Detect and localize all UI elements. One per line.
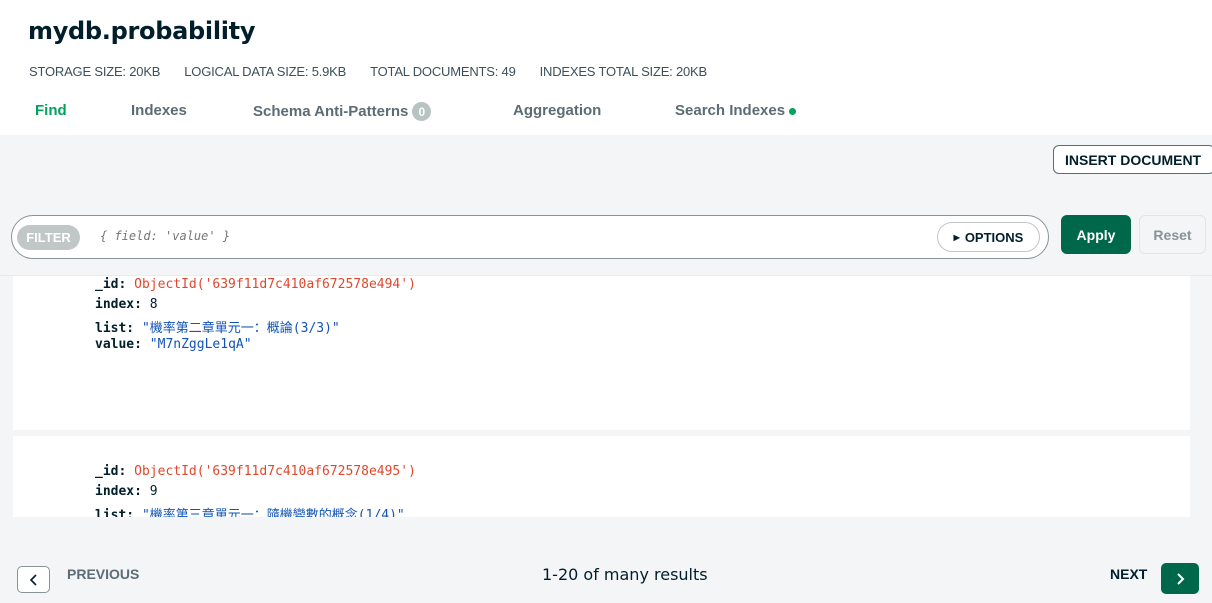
- reset-button[interactable]: Reset: [1139, 215, 1206, 254]
- results-summary: 1-20 of many results: [542, 565, 708, 584]
- next-page-button[interactable]: [1161, 563, 1199, 594]
- doc-field-id: _id: ObjectId('639f11d7c410af672578e494'…: [95, 277, 416, 292]
- field-key: value:: [95, 337, 142, 352]
- document-card[interactable]: _id: ObjectId('639f11d7c410af672578e494'…: [13, 276, 1190, 430]
- tab-aggregation[interactable]: Aggregation: [513, 102, 601, 119]
- indexes-total-size-stat: INDEXES TOTAL SIZE: 20KB: [539, 64, 708, 79]
- chevron-right-icon: [1177, 572, 1185, 585]
- doc-field-list: list: "機率第二章單元一：概論(3/3)": [95, 317, 340, 336]
- doc-field-list: list: "機率第三章單元一：隨機變數的概念(1/4)": [95, 504, 405, 517]
- total-documents-stat: TOTAL DOCUMENTS: 49: [370, 64, 516, 79]
- tab-schema-anti-patterns[interactable]: Schema Anti-Patterns 0: [253, 102, 432, 121]
- field-key: index:: [95, 484, 142, 499]
- previous-page-button[interactable]: [17, 566, 50, 593]
- collection-header: mydb.probability STORAGE SIZE: 20KB LOGI…: [0, 0, 1212, 135]
- logical-data-size-stat: LOGICAL DATA SIZE: 5.9KB: [184, 64, 347, 79]
- doc-field-index: index: 9: [95, 484, 158, 499]
- field-value: 8: [149, 297, 158, 312]
- field-value: 9: [149, 484, 158, 499]
- insert-document-button[interactable]: INSERT DOCUMENT: [1053, 145, 1212, 174]
- filter-label: FILTER: [17, 225, 80, 250]
- tab-find-label: Find: [35, 102, 67, 119]
- field-value: "M7nZggLe1qA": [149, 337, 252, 352]
- doc-field-id: _id: ObjectId('639f11d7c410af672578e495'…: [95, 464, 416, 479]
- caret-right-icon: ▶: [953, 232, 960, 242]
- field-key: _id:: [95, 464, 127, 479]
- documents-list[interactable]: _id: ObjectId('639f11d7c410af672578e494'…: [0, 276, 1212, 517]
- storage-size-stat: STORAGE SIZE: 20KB: [29, 64, 161, 79]
- field-value: ObjectId('639f11d7c410af672578e495'): [134, 464, 416, 479]
- field-key: _id:: [95, 277, 127, 292]
- document-card[interactable]: _id: ObjectId('639f11d7c410af672578e495'…: [13, 436, 1190, 517]
- field-value: ObjectId('639f11d7c410af672578e494'): [134, 277, 416, 292]
- tab-find[interactable]: Find: [35, 102, 67, 119]
- tab-aggregation-label: Aggregation: [513, 102, 602, 119]
- tab-indexes[interactable]: Indexes: [131, 102, 187, 119]
- schema-count-badge: 0: [412, 102, 432, 121]
- field-value: "機率第二章單元一：概論(3/3)": [141, 321, 340, 336]
- doc-field-value: value: "M7nZggLe1qA": [95, 337, 252, 352]
- tab-search-label: Search Indexes: [675, 102, 786, 119]
- field-key: list:: [95, 508, 135, 517]
- collection-stats: STORAGE SIZE: 20KB LOGICAL DATA SIZE: 5.…: [29, 64, 707, 79]
- tab-indexes-label: Indexes: [131, 102, 187, 119]
- next-label[interactable]: NEXT: [1110, 566, 1147, 582]
- options-label: OPTIONS: [964, 229, 1024, 245]
- field-value: "機率第三章單元一：隨機變數的概念(1/4)": [141, 508, 405, 517]
- field-key: list:: [95, 321, 135, 336]
- tab-schema-label: Schema Anti-Patterns: [253, 103, 409, 120]
- previous-label[interactable]: PREVIOUS: [67, 566, 139, 582]
- pagination-bar: PREVIOUS 1-20 of many results NEXT: [0, 517, 1212, 603]
- chevron-left-icon: [29, 573, 37, 586]
- filter-input[interactable]: [100, 229, 800, 243]
- collection-tabs: Find Indexes Schema Anti-Patterns 0 Aggr…: [0, 102, 1212, 128]
- apply-button[interactable]: Apply: [1061, 215, 1131, 254]
- tab-search-indexes[interactable]: Search Indexes: [675, 102, 797, 119]
- options-button[interactable]: ▶ OPTIONS: [937, 222, 1040, 252]
- query-toolbar: INSERT DOCUMENT FILTER ▶ OPTIONS Apply R…: [0, 135, 1212, 275]
- field-key: index:: [95, 297, 142, 312]
- status-dot-icon: [789, 108, 797, 115]
- doc-field-index: index: 8: [95, 297, 158, 312]
- collection-title: mydb.probability: [28, 17, 256, 45]
- filter-bar[interactable]: FILTER ▶ OPTIONS: [11, 215, 1049, 259]
